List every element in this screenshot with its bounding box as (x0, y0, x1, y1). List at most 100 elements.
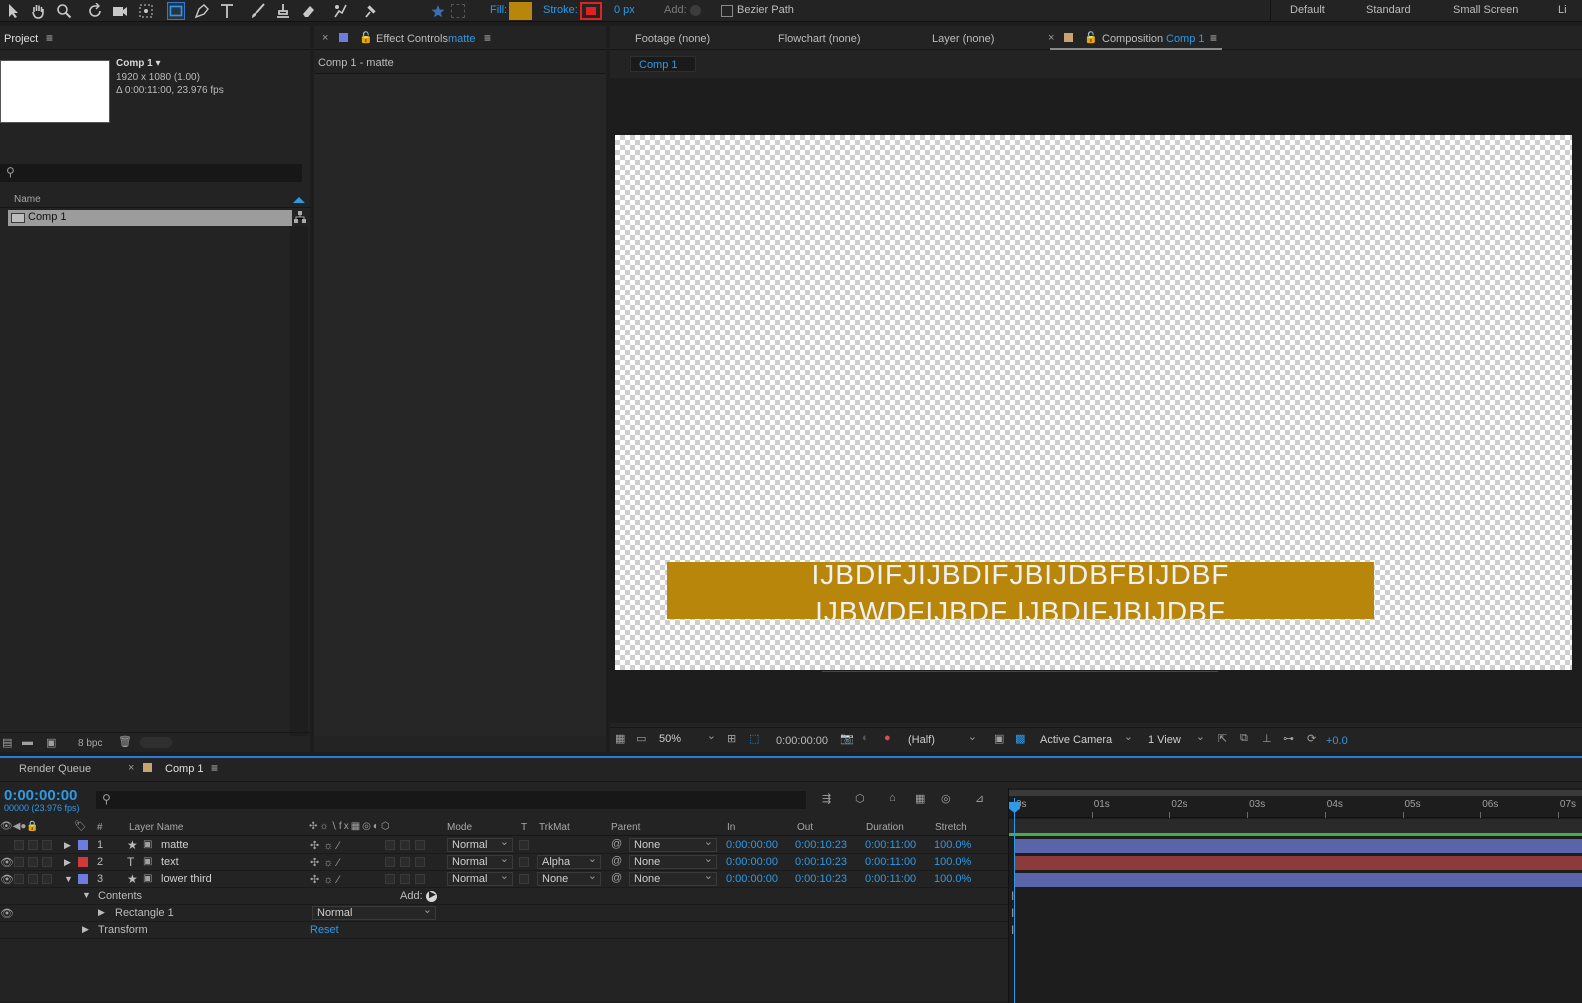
bezier-path-checkbox[interactable] (721, 5, 733, 17)
close-icon[interactable]: × (1048, 32, 1054, 44)
motion-blur-icon[interactable]: ◎ (941, 792, 951, 805)
exposure-value[interactable]: +0.0 (1326, 735, 1348, 747)
3d-layer-switch[interactable] (415, 857, 425, 867)
pen-tool-icon[interactable] (194, 3, 210, 19)
project-row[interactable]: Comp 1 (8, 210, 292, 226)
effect-controls-tab-label[interactable]: Effect Controls (376, 33, 448, 45)
adjustment-switch[interactable] (400, 874, 410, 884)
adjustment-switch[interactable] (400, 857, 410, 867)
lock-icon[interactable]: 🔓 (359, 31, 373, 44)
brush-tool-icon[interactable] (250, 3, 266, 19)
twirl-right-icon[interactable]: ▶ (64, 840, 71, 851)
pickwhip-icon[interactable]: @ (611, 855, 622, 867)
visibility-eye-icon[interactable]: 👁 (0, 856, 14, 869)
magnification-icon[interactable]: ▦ (615, 732, 625, 745)
layer-name[interactable]: matte (161, 839, 189, 851)
layer-name[interactable]: lower third (161, 873, 212, 885)
draft-3d-icon[interactable]: ⬡ (855, 792, 865, 805)
workspace-default[interactable]: Default (1290, 4, 1325, 16)
layer-mode-select[interactable]: Normal (447, 870, 513, 886)
parent-select[interactable]: None (629, 853, 717, 869)
mask-icon[interactable] (451, 4, 465, 18)
layer-out-point[interactable]: 0:00:10:23 (795, 873, 847, 885)
composition-breadcrumb[interactable]: Comp 1 (630, 56, 696, 72)
composition-tab-label[interactable]: Composition (1102, 33, 1163, 45)
effect-controls-layer[interactable]: matte (448, 33, 476, 45)
thumbnail-slider[interactable] (140, 737, 172, 748)
comp-mini-flowchart-icon[interactable]: ⇶ (822, 792, 831, 805)
panel-menu-icon[interactable]: ≡ (46, 31, 53, 45)
monitor-icon[interactable]: ▭ (636, 732, 646, 745)
twirl-down-icon[interactable]: ▼ (64, 874, 73, 884)
tab-layer[interactable]: Layer (none) (932, 33, 994, 45)
new-folder-icon[interactable]: ▬ (22, 736, 33, 748)
twirl-right-icon[interactable]: ▶ (98, 907, 105, 918)
eraser-tool-icon[interactable] (300, 3, 316, 19)
timeline-search-input[interactable]: ⚲ (96, 791, 806, 809)
3d-layer-switch[interactable] (415, 840, 425, 850)
layer-out-point[interactable]: 0:00:10:23 (795, 856, 847, 868)
twirl-right-icon[interactable]: ▶ (82, 924, 89, 935)
camera-tool-icon[interactable] (112, 3, 128, 19)
time-ruler[interactable]: 0s 01s 02s 03s 04s 05s 06s 07s (1009, 798, 1582, 818)
fill-swatch[interactable] (509, 2, 532, 20)
safe-zones-icon[interactable]: ⊞ (727, 732, 736, 745)
shy-layers-icon[interactable]: ⌂ (889, 792, 896, 804)
viewer-timecode[interactable]: 0:00:00:00 (776, 735, 828, 747)
layer-duration[interactable]: 0:00:11:00 (865, 873, 916, 885)
label-color-swatch[interactable] (78, 840, 88, 850)
lower-third-bar[interactable]: IJBDIFJIJBDIFJBIJDBFBIJDBF IJBWDFIJBDF I… (667, 562, 1374, 619)
tab-flowchart[interactable]: Flowchart (none) (778, 33, 861, 45)
audio-toggle[interactable] (14, 874, 24, 884)
panel-menu-icon[interactable]: ≡ (1210, 31, 1217, 45)
mask-visibility-icon[interactable]: ⬚ (749, 732, 759, 745)
layer-stretch[interactable]: 100.0% (934, 839, 971, 851)
parent-select[interactable]: None (629, 836, 717, 852)
column-layer-name[interactable]: Layer Name (129, 822, 183, 833)
layer-stretch[interactable]: 100.0% (934, 856, 971, 868)
layer-row[interactable]: ▶ 1 ★ ▣ matte ✣☼⁄ Normal @ None 0:00:00:00 0:00:10… (0, 836, 1008, 854)
motion-blur-switch[interactable] (385, 857, 395, 867)
reset-link[interactable]: Reset (310, 924, 339, 936)
layer-switches-icons[interactable]: ✣☼⁄ (310, 873, 343, 886)
timeline-icon[interactable]: ⊥ (1262, 732, 1272, 745)
workspace-small-screen[interactable]: Small Screen (1453, 4, 1518, 16)
project-scrollbar[interactable] (290, 226, 308, 736)
preserve-transparency-toggle[interactable] (519, 840, 529, 850)
channels-icon[interactable]: ● (884, 732, 891, 744)
layer-duration-bar[interactable] (1015, 856, 1582, 870)
column-t[interactable]: T (521, 822, 527, 833)
column-num[interactable]: # (97, 822, 103, 833)
work-area-bar[interactable] (1009, 790, 1582, 796)
transparency-grid-icon[interactable]: ▩ (1015, 732, 1025, 745)
workspace-standard[interactable]: Standard (1366, 4, 1411, 16)
motion-blur-switch[interactable] (385, 840, 395, 850)
fast-previews-icon[interactable]: ⧉ (1240, 732, 1248, 745)
zoom-tool-icon[interactable] (56, 3, 72, 19)
new-composition-icon[interactable]: ▣ (46, 736, 56, 749)
column-out[interactable]: Out (797, 822, 813, 833)
transform-row[interactable]: ▶ Transform Reset (0, 922, 1008, 939)
show-snapshot-icon[interactable]: ◐ (862, 732, 869, 744)
layer-in-point[interactable]: 0:00:00:00 (726, 873, 778, 885)
layer-switches-icons[interactable]: ✣☼⁄ (310, 856, 343, 869)
label-color-swatch[interactable] (78, 857, 88, 867)
stroke-swatch[interactable] (580, 2, 602, 20)
rectangle-mode-select[interactable]: Normal (312, 904, 436, 920)
lock-toggle[interactable] (42, 857, 52, 867)
tab-project[interactable]: Project (4, 33, 38, 45)
add-button[interactable]: ▶ (426, 889, 437, 902)
workspace-more[interactable]: Li (1558, 4, 1567, 16)
column-duration[interactable]: Duration (866, 822, 904, 833)
toggle-pixel-aspect-icon[interactable]: ⇱ (1218, 732, 1227, 745)
twirl-right-icon[interactable]: ▶ (64, 857, 71, 868)
layer-in-point[interactable]: 0:00:00:00 (726, 839, 778, 851)
column-stretch[interactable]: Stretch (935, 822, 967, 833)
layer-duration[interactable]: 0:00:11:00 (865, 839, 916, 851)
layer-switches-icons[interactable]: ✣☼⁄ (310, 839, 343, 852)
clone-stamp-tool-icon[interactable] (275, 3, 291, 19)
motion-blur-switch[interactable] (385, 874, 395, 884)
layer-duration-bar[interactable] (1015, 839, 1582, 853)
resolution-select[interactable]: (Half) (904, 731, 980, 748)
panel-menu-icon[interactable]: ≡ (211, 761, 218, 775)
